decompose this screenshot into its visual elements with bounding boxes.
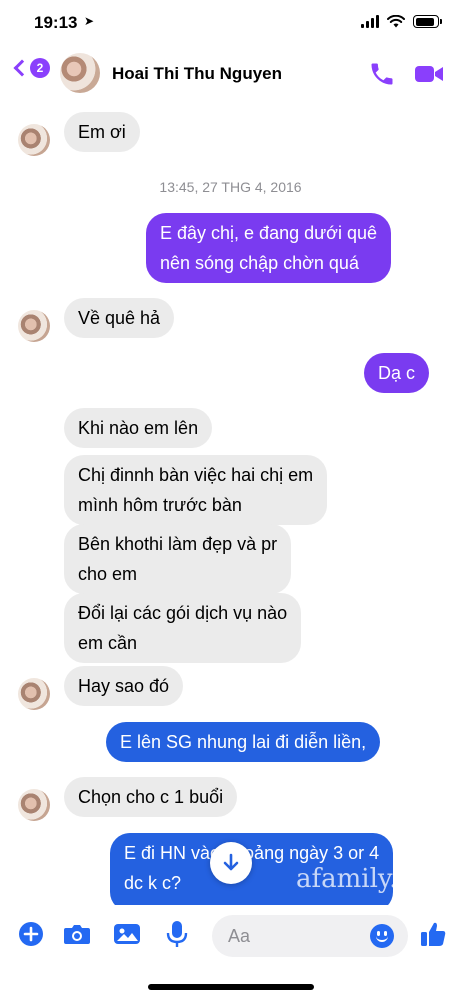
message-list[interactable]: Em ơi 13:45, 27 THG 4, 2016 E đây chị, e… (0, 100, 461, 912)
message-line: mình hôm trước bàn (78, 495, 242, 515)
message-incoming[interactable]: Chọn cho c 1 buổi (64, 777, 238, 817)
sender-avatar (18, 678, 50, 710)
message-outgoing[interactable]: E lên SG nhung lai đi diễn liền, (106, 722, 381, 762)
microphone-icon[interactable] (162, 919, 192, 949)
status-bar: 19:13 ➤ (0, 0, 461, 48)
message-input[interactable]: Aa (212, 915, 408, 957)
sender-avatar (18, 789, 50, 821)
phone-icon[interactable] (368, 60, 396, 88)
message-line: Bên khothi làm đẹp và pr (78, 534, 278, 554)
message-line: cho em (78, 564, 138, 584)
battery-icon (413, 15, 442, 28)
cellular-signal-icon (361, 15, 379, 28)
status-icons (361, 15, 442, 28)
message-incoming[interactable]: Em ơi (64, 112, 140, 152)
wifi-icon (387, 15, 405, 28)
battery-level (415, 17, 435, 26)
message-line: Chị đinnh bàn việc hai chị em (78, 465, 314, 485)
message-incoming[interactable]: Khi nào em lên (64, 408, 213, 448)
home-indicator (148, 984, 314, 990)
unread-badge: 2 (30, 58, 50, 78)
message-line: Đổi lại các gói dịch vụ nào (78, 603, 288, 623)
message-timestamp: 13:45, 27 THG 4, 2016 (159, 179, 302, 195)
scroll-to-bottom-button[interactable] (210, 842, 252, 884)
message-incoming[interactable]: Về quê hả (64, 298, 175, 338)
plus-icon[interactable] (16, 919, 46, 949)
sender-avatar (18, 124, 50, 156)
back-button[interactable]: 2 (10, 58, 50, 78)
thumbs-up-icon[interactable] (418, 919, 448, 949)
message-line: nên sóng chập chờn quá (160, 253, 359, 273)
sender-avatar (18, 310, 50, 342)
camera-icon[interactable] (62, 919, 92, 949)
arrow-down-icon (223, 853, 239, 871)
message-incoming[interactable]: Chị đinnh bàn việc hai chị em mình hôm t… (64, 455, 328, 525)
message-incoming[interactable]: Bên khothi làm đẹp và pr cho em (64, 524, 292, 594)
contact-name[interactable]: Hoai Thi Thu Nguyen (112, 64, 282, 84)
message-outgoing[interactable]: E đây chị, e đang dưới quê nên sóng chập… (146, 213, 391, 283)
watermark: afamily.vn (296, 864, 429, 894)
message-line: E đây chị, e đang dưới quê (160, 223, 377, 243)
message-incoming[interactable]: Hay sao đó (64, 666, 184, 706)
contact-avatar[interactable] (60, 53, 100, 93)
message-line: em cần (78, 633, 138, 653)
video-camera-icon[interactable] (414, 62, 444, 86)
location-arrow-icon: ➤ (84, 14, 95, 28)
status-time: 19:13 (34, 13, 78, 32)
message-outgoing[interactable]: Dạ c (364, 353, 430, 393)
chevron-left-icon (13, 59, 31, 77)
image-icon[interactable] (112, 919, 142, 949)
message-composer: Aa (0, 905, 461, 965)
conversation-header: 2 Hoai Thi Thu Nguyen (0, 48, 461, 100)
message-incoming[interactable]: Đổi lại các gói dịch vụ nào em cần (64, 593, 302, 663)
emoji-icon[interactable] (370, 924, 394, 948)
message-input-placeholder: Aa (228, 926, 251, 946)
